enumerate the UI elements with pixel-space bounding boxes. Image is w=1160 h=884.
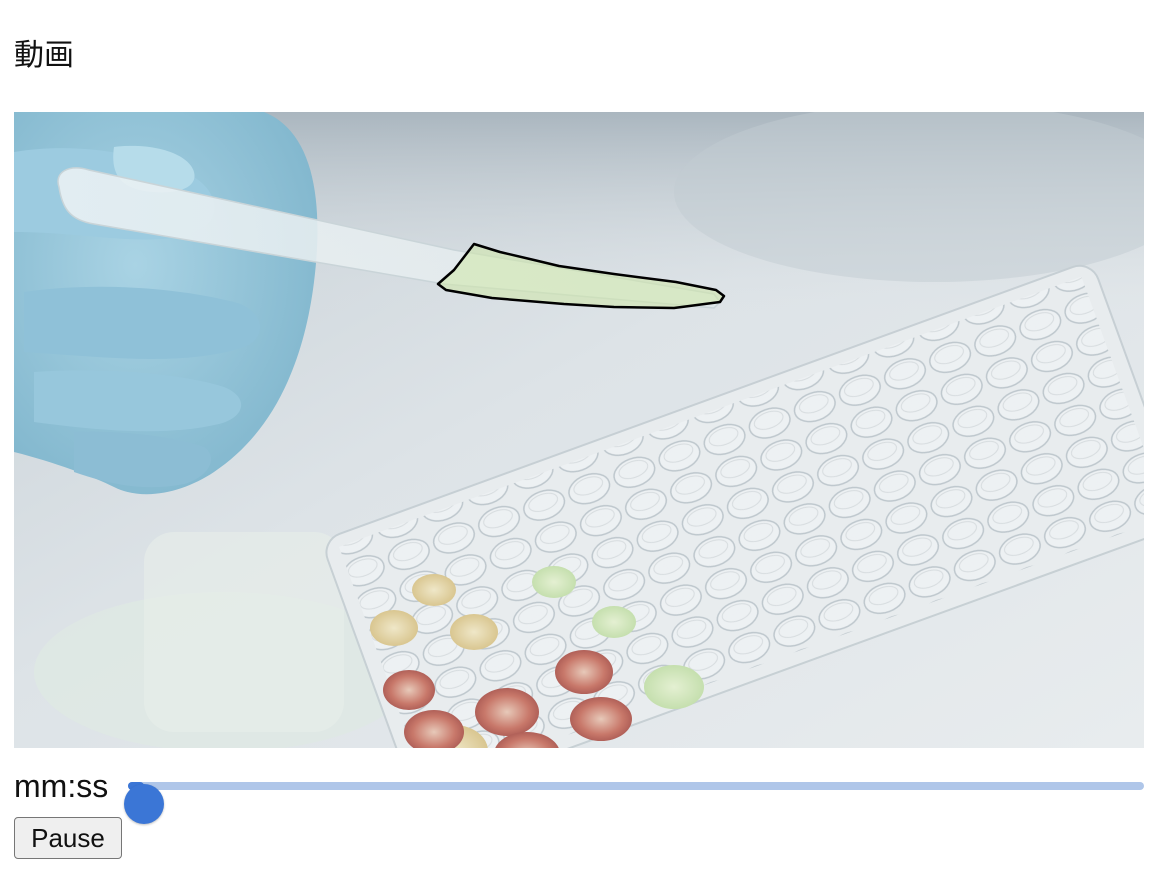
seek-thumb[interactable] [124, 784, 164, 824]
video-frame[interactable] [14, 112, 1144, 748]
seek-slider[interactable] [124, 782, 1144, 824]
video-still-image [14, 112, 1144, 748]
pause-button[interactable]: Pause [14, 817, 122, 859]
page-title: 動画 [14, 38, 74, 73]
video-controls: mm:ss [14, 764, 1144, 824]
time-label: mm:ss [14, 768, 109, 804]
